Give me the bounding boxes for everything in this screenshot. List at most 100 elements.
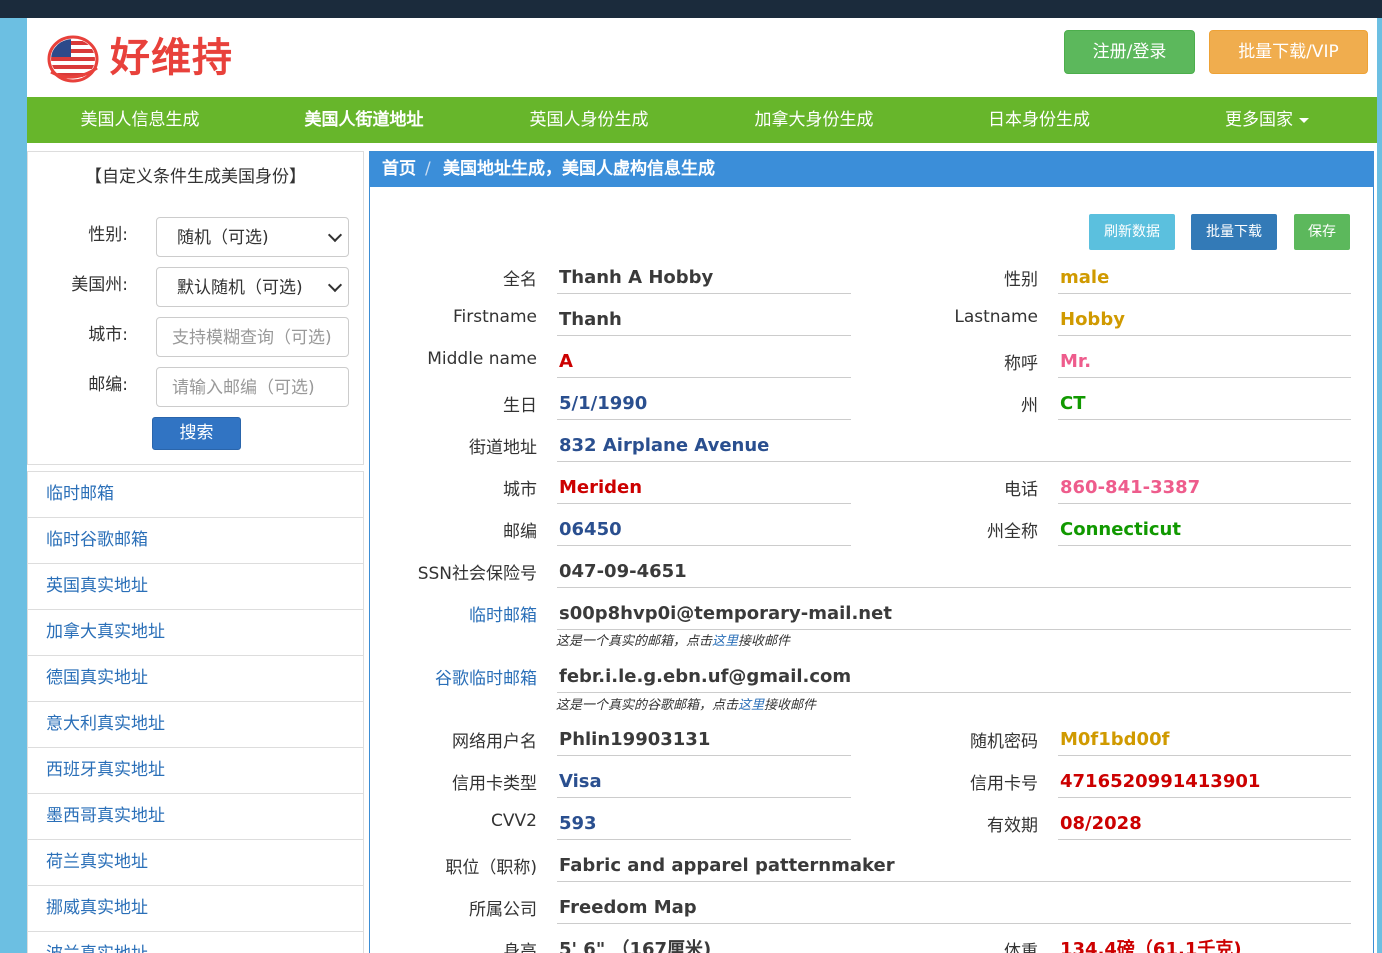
nav-item-more-countries[interactable]: 更多国家 [1197, 97, 1337, 143]
height-value: 5' 6" （167厘米) [557, 934, 851, 953]
temp-email-note-tail: 接收邮件 [738, 634, 791, 649]
city-input-placeholder: 支持模糊查询（可选) [172, 328, 332, 348]
sidebar-link-germany-address[interactable]: 德国真实地址 [27, 656, 364, 702]
caret-down-icon [1299, 117, 1309, 123]
username-label: 网络用户名 [452, 732, 537, 752]
state-select[interactable]: 默认随机（可选) [156, 267, 349, 307]
breadcrumb-home-link[interactable]: 首页 [382, 152, 416, 187]
sidebar-link-temp-gmail[interactable]: 临时谷歌邮箱 [27, 518, 364, 564]
panel-breadcrumb: 首页 / 美国地址生成，美国人虚构信息生成 [370, 152, 1373, 187]
gmail-here-link[interactable]: 这里 [738, 698, 764, 713]
gmail-note-tail: 接收邮件 [764, 698, 817, 713]
gender-value: male [1058, 262, 1351, 294]
nav-item-japan-identity[interactable]: 日本身份生成 [948, 97, 1130, 143]
site-header: 好维持 注册/登录 批量下载/VIP [27, 18, 1377, 97]
sidebar: 【自定义条件生成美国身份】 性别: 随机（可选) 美国州: 默认随机（可选) 城… [27, 151, 364, 953]
gender-field-label: 性别 [1004, 270, 1038, 290]
main-nav: 美国人信息生成 美国人街道地址 英国人身份生成 加拿大身份生成 日本身份生成 更… [27, 97, 1377, 143]
page: 好维持 注册/登录 批量下载/VIP 美国人信息生成 美国人街道地址 英国人身份… [27, 18, 1377, 953]
nav-item-uk-identity[interactable]: 英国人身份生成 [498, 97, 680, 143]
gender-select-value: 随机（可选) [177, 228, 269, 248]
ssn-label: SSN社会保险号 [417, 564, 537, 584]
expiry-value: 08/2028 [1058, 808, 1351, 840]
gmail-note-text: 这是一个真实的谷歌邮箱，点击 [556, 698, 739, 713]
gmail-note: 这是一个真实的谷歌邮箱，点击这里接收邮件 [556, 694, 816, 713]
refresh-data-button[interactable]: 刷新数据 [1089, 214, 1175, 250]
company-value: Freedom Map [557, 892, 1351, 924]
password-value: M0f1bd00f [1058, 724, 1351, 756]
batch-download-vip-button[interactable]: 批量下载/VIP [1209, 30, 1368, 74]
state-field-label: 州 [1021, 396, 1038, 416]
title-value: Mr. [1058, 346, 1351, 378]
temp-email-note-text: 这是一个真实的邮箱，点击 [556, 634, 713, 649]
save-button[interactable]: 保存 [1294, 214, 1350, 250]
card-type-label: 信用卡类型 [452, 774, 537, 794]
zip-field-label: 邮编 [503, 522, 537, 542]
city-label: 城市: [88, 325, 128, 345]
chevron-down-icon [327, 277, 343, 293]
nav-item-us-identity[interactable]: 美国人信息生成 [49, 97, 231, 143]
sidebar-links: 临时邮箱 临时谷歌邮箱 英国真实地址 加拿大真实地址 德国真实地址 意大利真实地… [27, 471, 364, 953]
state-label: 美国州: [71, 275, 128, 295]
sidebar-link-temp-email[interactable]: 临时邮箱 [27, 471, 364, 518]
gmail-label-link[interactable]: 谷歌临时邮箱 [380, 664, 537, 689]
password-label: 随机密码 [970, 732, 1038, 752]
lastname-label: Lastname [954, 307, 1038, 327]
weight-value: 134.4磅（61.1千克) [1058, 934, 1351, 953]
nav-item-us-street-address[interactable]: 美国人街道地址 [273, 97, 455, 143]
sidebar-link-canada-address[interactable]: 加拿大真实地址 [27, 610, 364, 656]
gender-label: 性别: [88, 225, 128, 245]
search-button[interactable]: 搜索 [152, 417, 241, 450]
custom-search-form: 【自定义条件生成美国身份】 性别: 随机（可选) 美国州: 默认随机（可选) 城… [27, 151, 364, 465]
username-value: Phlin19903131 [557, 724, 851, 756]
us-flag-logo-icon [47, 35, 99, 83]
street-label: 街道地址 [469, 438, 537, 458]
nav-more-label: 更多国家 [1225, 110, 1293, 130]
card-number-label: 信用卡号 [970, 774, 1038, 794]
zip-input[interactable]: 请输入邮编（可选) [156, 367, 349, 407]
cvv-label: CVV2 [491, 811, 537, 831]
company-label: 所属公司 [469, 900, 537, 920]
gmail-value: febr.i.le.g.ebn.uf@gmail.com [557, 661, 1351, 693]
card-number-value: 4716520991413901 [1058, 766, 1351, 798]
temp-email-here-link[interactable]: 这里 [712, 634, 738, 649]
zip-label: 邮编: [88, 375, 128, 395]
fullname-value: Thanh A Hobby [557, 262, 851, 294]
sidebar-link-poland-address[interactable]: 波兰真实地址 [27, 932, 364, 953]
state-value: CT [1058, 388, 1351, 420]
zip-value: 06450 [557, 514, 851, 546]
job-value: Fabric and apparel patternmaker [557, 850, 1351, 882]
temp-email-label-link[interactable]: 临时邮箱 [380, 601, 537, 626]
middlename-label: Middle name [427, 349, 537, 369]
temp-email-note: 这是一个真实的邮箱，点击这里接收邮件 [556, 630, 790, 649]
state-full-label: 州全称 [987, 522, 1038, 542]
zip-input-placeholder: 请输入邮编（可选) [172, 378, 315, 398]
gender-select[interactable]: 随机（可选) [156, 217, 349, 257]
city-value: Meriden [557, 472, 851, 504]
cvv-value: 593 [557, 808, 851, 840]
nav-item-canada-identity[interactable]: 加拿大身份生成 [723, 97, 905, 143]
sidebar-link-netherlands-address[interactable]: 荷兰真实地址 [27, 840, 364, 886]
lastname-value: Hobby [1058, 304, 1351, 336]
sidebar-link-mexico-address[interactable]: 墨西哥真实地址 [27, 794, 364, 840]
login-register-button[interactable]: 注册/登录 [1064, 30, 1195, 74]
state-select-value: 默认随机（可选) [177, 278, 303, 298]
breadcrumb-separator: / [425, 159, 431, 179]
sidebar-link-uk-address[interactable]: 英国真实地址 [27, 564, 364, 610]
phone-label: 电话 [1004, 480, 1038, 500]
browser-top-strip [0, 0, 1382, 18]
search-form-title: 【自定义条件生成美国身份】 [85, 167, 306, 187]
sidebar-link-norway-address[interactable]: 挪威真实地址 [27, 886, 364, 932]
middlename-value: A [557, 346, 851, 378]
birthday-label: 生日 [503, 396, 537, 416]
card-type-value: Visa [557, 766, 851, 798]
identity-panel: 首页 / 美国地址生成，美国人虚构信息生成 刷新数据 批量下载 保存 全名 Th… [369, 151, 1374, 953]
sidebar-link-italy-address[interactable]: 意大利真实地址 [27, 702, 364, 748]
sidebar-link-spain-address[interactable]: 西班牙真实地址 [27, 748, 364, 794]
breadcrumb-current: 美国地址生成，美国人虚构信息生成 [443, 159, 715, 179]
city-input[interactable]: 支持模糊查询（可选) [156, 317, 349, 357]
site-logo-text[interactable]: 好维持 [110, 32, 233, 84]
batch-download-button[interactable]: 批量下载 [1191, 214, 1277, 250]
city-field-label: 城市 [503, 480, 537, 500]
firstname-label: Firstname [453, 307, 537, 327]
